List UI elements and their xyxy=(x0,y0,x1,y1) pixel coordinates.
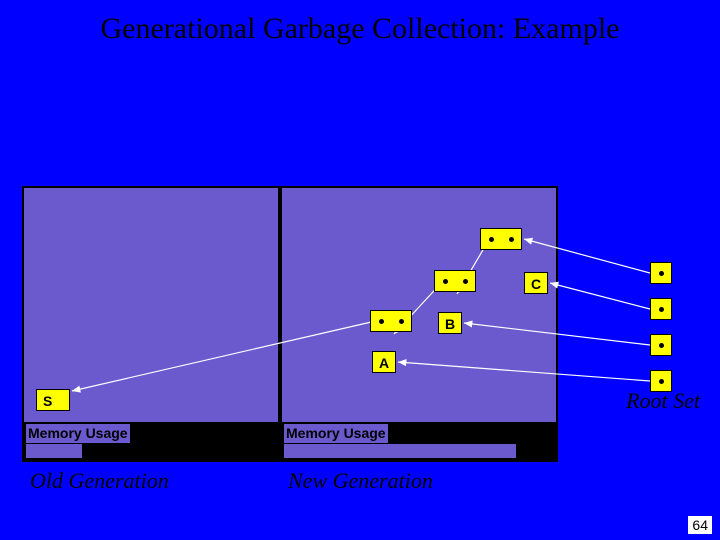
object-label-B: B xyxy=(445,316,455,332)
object-C: C xyxy=(524,272,548,294)
pointer-dot xyxy=(379,319,384,324)
object-label-S: S xyxy=(43,393,52,409)
pointer-dot xyxy=(659,271,664,276)
old-memory-strip: Memory Usage xyxy=(22,424,280,462)
object-label-A: A xyxy=(379,355,389,371)
new-generation-panel xyxy=(280,186,558,424)
object-B: B xyxy=(438,312,462,334)
pointer-dot xyxy=(399,319,404,324)
old-memory-bar xyxy=(26,444,82,458)
object-n1 xyxy=(370,310,412,332)
pointer-dot xyxy=(509,237,514,242)
pointer-dot xyxy=(659,343,664,348)
pointer-dot xyxy=(463,279,468,284)
new-memory-strip: Memory Usage xyxy=(280,424,558,462)
object-n2 xyxy=(434,270,476,292)
pointer-dot xyxy=(443,279,448,284)
object-n3 xyxy=(480,228,522,250)
new-memory-label: Memory Usage xyxy=(284,424,388,443)
pointer-dot xyxy=(659,307,664,312)
page-number: 64 xyxy=(688,516,712,534)
object-r3 xyxy=(650,334,672,356)
new-memory-bar xyxy=(284,444,516,458)
pointer-dot xyxy=(659,379,664,384)
new-generation-label: New Generation xyxy=(288,468,433,494)
object-r4 xyxy=(650,370,672,392)
object-S: S xyxy=(36,389,70,411)
object-A: A xyxy=(372,351,396,373)
slide-title: Generational Garbage Collection: Example xyxy=(0,12,720,46)
old-generation-label: Old Generation xyxy=(30,468,169,494)
object-r1 xyxy=(650,262,672,284)
object-r2 xyxy=(650,298,672,320)
object-label-C: C xyxy=(531,276,541,292)
pointer-dot xyxy=(489,237,494,242)
old-memory-label: Memory Usage xyxy=(26,424,130,443)
